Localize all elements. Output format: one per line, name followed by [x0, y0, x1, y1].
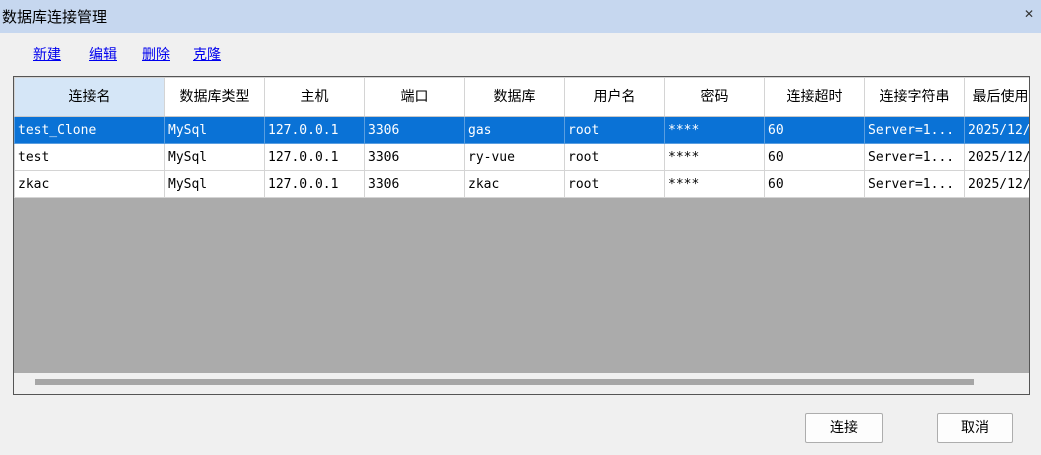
cell[interactable]: root	[564, 143, 665, 171]
column-header[interactable]: 端口	[364, 77, 465, 117]
column-header[interactable]: 最后使用时间	[964, 77, 1029, 117]
cell[interactable]: 127.0.0.1	[264, 116, 365, 144]
cell[interactable]: root	[564, 170, 665, 198]
cell[interactable]: zkac	[14, 170, 165, 198]
cell[interactable]: 2025/12/	[964, 116, 1029, 144]
edit-link[interactable]: 编辑	[89, 44, 117, 64]
cell[interactable]: 60	[764, 116, 865, 144]
cell[interactable]: MySql	[164, 143, 265, 171]
cell[interactable]: 127.0.0.1	[264, 170, 365, 198]
cell[interactable]: ****	[664, 143, 765, 171]
cell[interactable]: test_Clone	[14, 116, 165, 144]
column-header[interactable]: 连接名	[14, 77, 165, 117]
cell[interactable]: 3306	[364, 143, 465, 171]
cell[interactable]: 127.0.0.1	[264, 143, 365, 171]
cell[interactable]: Server=1...	[864, 143, 965, 171]
cell[interactable]: 60	[764, 170, 865, 198]
column-header[interactable]: 用户名	[564, 77, 665, 117]
connections-grid: 连接名 数据库类型 主机 端口 数据库 用户名 密码 连接超时 连接字符串 最后…	[13, 76, 1030, 395]
header-row: 连接名 数据库类型 主机 端口 数据库 用户名 密码 连接超时 连接字符串 最后…	[14, 77, 1029, 117]
cell[interactable]: 60	[764, 143, 865, 171]
clone-link[interactable]: 克隆	[193, 44, 221, 64]
cell[interactable]: ry-vue	[464, 143, 565, 171]
cell[interactable]: gas	[464, 116, 565, 144]
cancel-button[interactable]: 取消	[937, 413, 1013, 443]
cell[interactable]: Server=1...	[864, 170, 965, 198]
cell[interactable]: Server=1...	[864, 116, 965, 144]
cell[interactable]: ****	[664, 170, 765, 198]
column-header[interactable]: 连接超时	[764, 77, 865, 117]
scrollbar-thumb[interactable]	[35, 379, 974, 385]
cell[interactable]: ****	[664, 116, 765, 144]
cell[interactable]: 3306	[364, 170, 465, 198]
cell[interactable]: zkac	[464, 170, 565, 198]
cell[interactable]: MySql	[164, 170, 265, 198]
cell[interactable]: root	[564, 116, 665, 144]
connect-button[interactable]: 连接	[805, 413, 883, 443]
cell[interactable]: 2025/12/	[964, 170, 1029, 198]
column-header[interactable]: 数据库	[464, 77, 565, 117]
column-header[interactable]: 主机	[264, 77, 365, 117]
window-title: 数据库连接管理	[2, 8, 108, 26]
title-bar: 数据库连接管理 ✕	[0, 0, 1041, 33]
cell[interactable]: 3306	[364, 116, 465, 144]
delete-link[interactable]: 删除	[142, 44, 170, 64]
column-header[interactable]: 密码	[664, 77, 765, 117]
table-row[interactable]: zkac MySql 127.0.0.1 3306 zkac root ****…	[14, 170, 1029, 198]
close-icon[interactable]: ✕	[1023, 8, 1035, 20]
table-row[interactable]: test_Clone MySql 127.0.0.1 3306 gas root…	[14, 116, 1029, 144]
table-row[interactable]: test MySql 127.0.0.1 3306 ry-vue root **…	[14, 143, 1029, 171]
cell[interactable]: test	[14, 143, 165, 171]
horizontal-scrollbar[interactable]	[14, 373, 1029, 394]
connections-table: 连接名 数据库类型 主机 端口 数据库 用户名 密码 连接超时 连接字符串 最后…	[14, 77, 1029, 198]
column-header[interactable]: 连接字符串	[864, 77, 965, 117]
cell[interactable]: MySql	[164, 116, 265, 144]
cell[interactable]: 2025/12/	[964, 143, 1029, 171]
column-header[interactable]: 数据库类型	[164, 77, 265, 117]
new-link[interactable]: 新建	[33, 44, 61, 64]
